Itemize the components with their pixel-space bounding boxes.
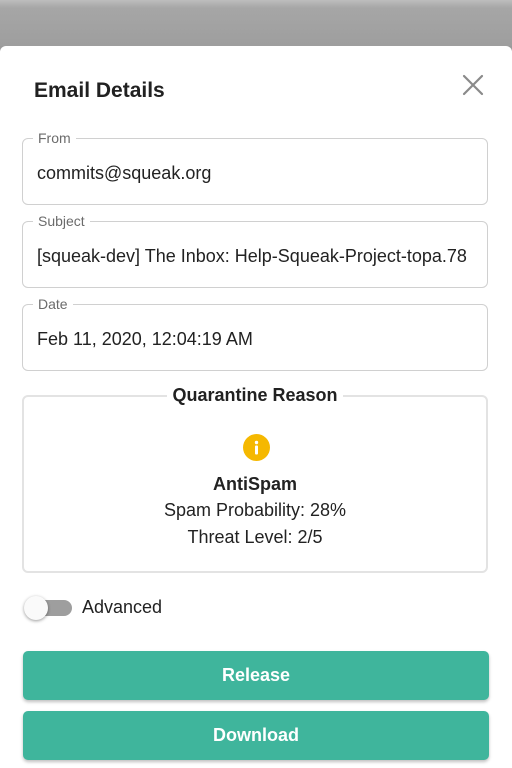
dialog-title: Email Details bbox=[34, 79, 165, 102]
from-label: From bbox=[33, 130, 76, 146]
threat-level: Threat Level: 2/5 bbox=[187, 527, 323, 547]
toggle-thumb bbox=[24, 596, 48, 620]
date-value: Feb 11, 2020, 12:04:19 AM bbox=[37, 329, 253, 349]
from-field[interactable]: From commits@squeak.org bbox=[22, 130, 488, 205]
page-backdrop bbox=[0, 0, 512, 46]
info-icon bbox=[243, 434, 270, 461]
release-button[interactable]: Release bbox=[23, 651, 489, 700]
date-field[interactable]: Date Feb 11, 2020, 12:04:19 AM bbox=[22, 296, 488, 371]
subject-field[interactable]: Subject [squeak-dev] The Inbox: Help-Squ… bbox=[22, 213, 488, 288]
advanced-label: Advanced bbox=[82, 597, 163, 617]
quarantine-reason-title: Quarantine Reason bbox=[167, 385, 343, 405]
spam-probability: Spam Probability: 28% bbox=[163, 500, 347, 520]
email-details-dialog: Email Details From commits@squeak.org Su… bbox=[0, 46, 512, 768]
subject-value: [squeak-dev] The Inbox: Help-Squeak-Proj… bbox=[37, 246, 467, 266]
date-label: Date bbox=[33, 296, 73, 312]
quarantine-reason-panel: Quarantine Reason AntiSpam Spam Probabil… bbox=[22, 385, 488, 573]
download-button[interactable]: Download bbox=[23, 711, 489, 760]
close-icon bbox=[462, 74, 484, 96]
from-value: commits@squeak.org bbox=[37, 163, 212, 183]
close-button[interactable] bbox=[458, 70, 488, 100]
advanced-toggle[interactable] bbox=[24, 596, 72, 620]
subject-label: Subject bbox=[33, 213, 90, 229]
reason-name: AntiSpam bbox=[212, 474, 297, 494]
